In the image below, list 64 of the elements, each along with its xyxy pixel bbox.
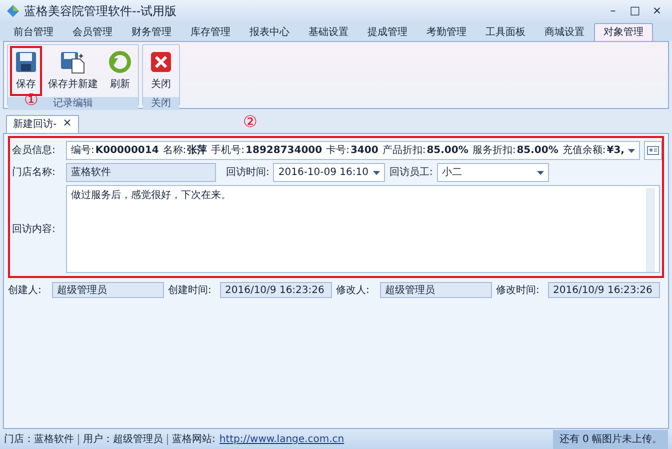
date-dropdown[interactable]: 2016-10-09 16:10 — [273, 163, 386, 182]
field-value: 做过服务后，感觉很好，下次在来。 — [71, 188, 231, 203]
member-info-item: 卡号:3400 — [326, 144, 378, 158]
field-label: 会员信息: — [12, 144, 56, 158]
readonly-field: 超级管理员 — [52, 282, 164, 298]
id-card-icon — [647, 146, 660, 155]
status-text: 用户：超级管理员 — [83, 432, 163, 446]
field-value: 2016-10-09 16:10 — [278, 166, 368, 180]
menu-tab[interactable]: 对象管理 — [594, 23, 653, 41]
readonly-field: 2016/10/9 16:23:26 — [548, 282, 660, 298]
logo-icon — [6, 4, 20, 18]
toolbar-button[interactable]: 保存并新建 — [44, 46, 102, 96]
menu-tab[interactable]: 财务管理 — [122, 24, 181, 41]
field-label: 修改时间: — [496, 284, 540, 298]
field-label: 门店名称: — [12, 166, 56, 180]
menu-tab[interactable]: 库存管理 — [181, 24, 240, 41]
dropdown-arrow-icon — [628, 148, 636, 152]
status-text: 蓝格网站: — [172, 432, 216, 446]
dropdown-arrow-icon — [373, 170, 380, 174]
content-textarea[interactable]: 做过服务后，感觉很好，下次在来。 — [66, 185, 660, 273]
toolbar-button[interactable]: 保存 — [10, 46, 42, 96]
document-tab[interactable]: 新建回访- × — [6, 115, 79, 133]
menu-tab[interactable]: 商城设置 — [535, 24, 594, 41]
menu-tab[interactable]: 工具面板 — [476, 24, 535, 41]
staff-dropdown[interactable]: 小二 — [436, 163, 549, 182]
readonly-field: 超级管理员 — [380, 282, 492, 298]
floppy-disk-document-icon — [60, 50, 86, 74]
menu-tab[interactable]: 考勤管理 — [417, 24, 476, 41]
close-button[interactable]: × — [648, 2, 666, 20]
field-label: 创建人: — [8, 284, 42, 298]
toolbar-button[interactable]: 刷新 — [104, 46, 136, 96]
dropdown-arrow-icon — [536, 170, 544, 174]
card-button[interactable] — [644, 141, 662, 160]
member-info-item: 产品折扣:85.00% — [382, 144, 468, 158]
website-link[interactable]: http://www.lange.com.cn — [219, 432, 344, 446]
member-info-item: 名称:张萍 — [162, 144, 208, 158]
window-title: 蓝格美容院管理软件--试用版 — [24, 3, 178, 20]
tab-label: 新建回访- — [13, 118, 57, 132]
field-label: 回访内容: — [12, 222, 56, 236]
member-info-item: 手机号:18928734000 — [211, 144, 322, 158]
readonly-field: 2016/10/9 16:23:26 — [220, 282, 332, 298]
field-value: 小二 — [442, 166, 462, 180]
store-field: 蓝格软件 — [66, 163, 216, 182]
member-info-item: 编号:K00000014 — [71, 144, 159, 158]
member-info-item: 充值余额:¥3, — [562, 144, 624, 158]
status-text: 门店：蓝格软件 — [4, 432, 74, 446]
menu-tab[interactable]: 报表中心 — [240, 24, 299, 41]
menu-tab[interactable]: 基础设置 — [299, 24, 358, 41]
field-label: 回访时间: — [226, 166, 270, 180]
field-label: 创建时间: — [168, 284, 212, 298]
close-button[interactable]: × — [62, 117, 72, 132]
member-info-item: 服务折扣:85.00% — [472, 144, 558, 158]
group-label: 关闭 — [143, 97, 179, 110]
field-label: 回访员工: — [389, 166, 433, 180]
menu-tab[interactable]: 会员管理 — [63, 24, 122, 41]
close-icon — [149, 50, 173, 74]
annotation-number: ② — [243, 114, 258, 130]
field-label: 修改人: — [336, 284, 370, 298]
upload-status: 还有 0 幅图片未上传。 — [553, 430, 668, 448]
menu-tab[interactable]: 提成管理 — [358, 24, 417, 41]
minimize-button[interactable]: – — [604, 2, 622, 20]
member-info-field[interactable]: 编号:K00000014 名称:张萍 手机号:18928734000 卡号:3400 产品折扣:85.00% 服务折扣:85.00% 充值余额:¥3, — [66, 141, 640, 160]
menu-tab[interactable]: 前台管理 — [4, 24, 63, 41]
maximize-button[interactable]: □ — [626, 2, 644, 20]
